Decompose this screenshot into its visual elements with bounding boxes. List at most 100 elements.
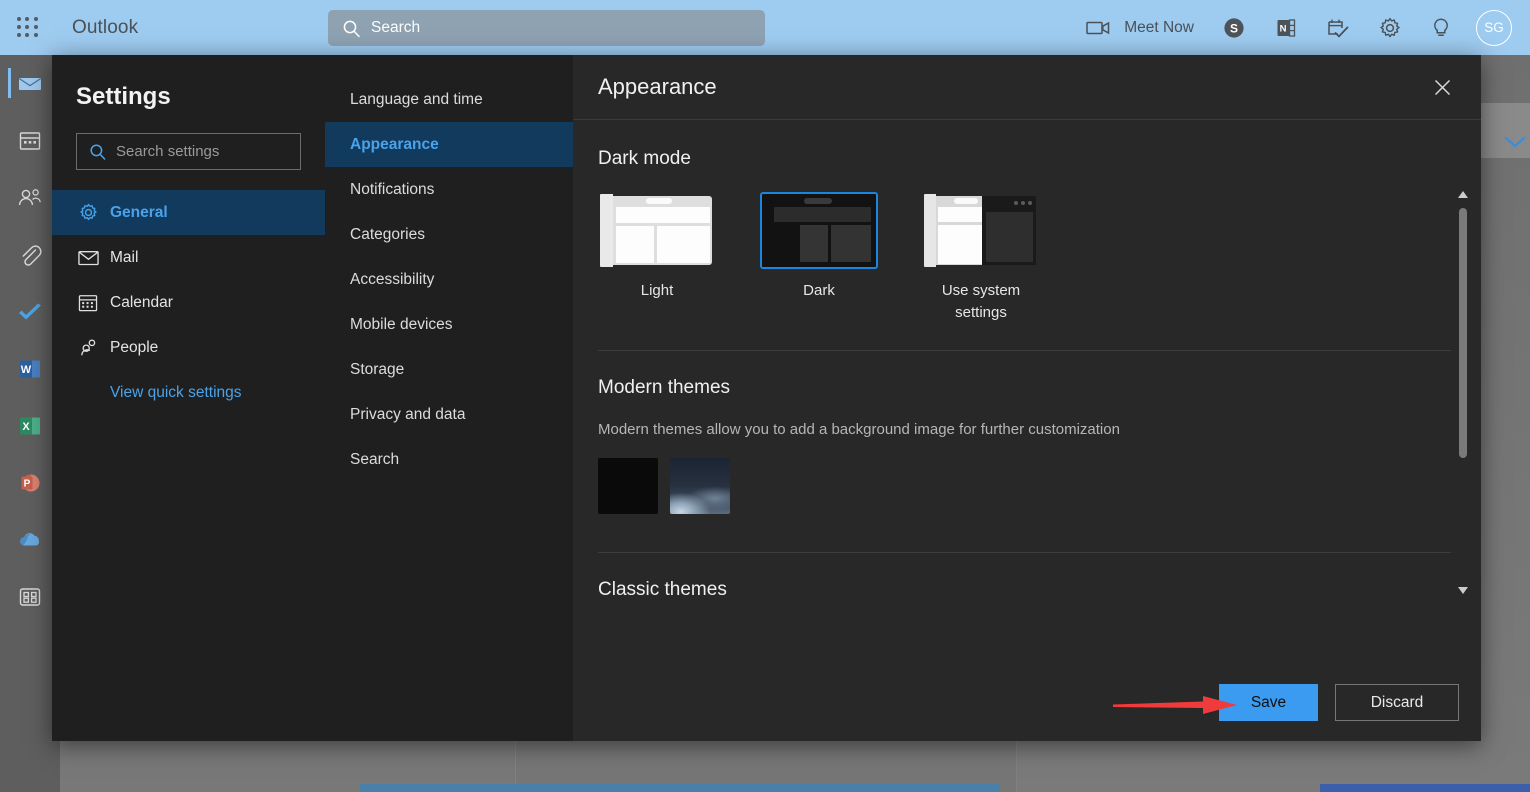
excel-icon: X	[17, 414, 43, 438]
dark-mode-option-light[interactable]: Light	[598, 192, 716, 324]
svg-text:X: X	[22, 421, 30, 433]
svg-text:W: W	[21, 364, 32, 376]
search-icon	[342, 19, 361, 38]
rail-item-people[interactable]	[0, 169, 60, 226]
svg-text:S: S	[1230, 21, 1238, 35]
dark-mode-option-dark[interactable]: Dark	[760, 192, 878, 324]
detail-footer: Save Discard	[573, 664, 1481, 741]
theme-swatch-black[interactable]	[598, 458, 658, 514]
tab-language-and-time[interactable]: Language and time	[325, 77, 573, 122]
suite-header: Outlook Search Meet Now S	[0, 0, 1530, 55]
meet-now-button[interactable]: Meet Now	[1072, 0, 1208, 55]
rail-item-excel[interactable]: X	[0, 397, 60, 454]
app-launcher-icon[interactable]	[17, 17, 39, 39]
app-brand-outlook[interactable]: Outlook	[72, 17, 138, 39]
settings-button[interactable]	[1364, 0, 1416, 55]
rail-item-onedrive[interactable]	[0, 511, 60, 568]
sidebar-item-mail[interactable]: Mail	[52, 235, 325, 280]
dark-mode-heading: Dark mode	[598, 148, 1481, 170]
user-avatar[interactable]: SG	[1476, 10, 1512, 46]
gear-icon	[78, 202, 106, 223]
dark-mode-option-label: Use system settings	[922, 280, 1040, 324]
discard-button[interactable]: Discard	[1335, 684, 1459, 721]
meet-now-label: Meet Now	[1124, 19, 1194, 37]
tab-accessibility[interactable]: Accessibility	[325, 257, 573, 302]
close-button[interactable]	[1425, 70, 1459, 104]
dark-mode-option-system[interactable]: Use system settings	[922, 192, 1040, 324]
tab-storage[interactable]: Storage	[325, 347, 573, 392]
theme-swatch-night-landscape[interactable]	[670, 458, 730, 514]
dark-mode-options: Light Dark	[598, 192, 1481, 324]
skype-icon: S	[1222, 16, 1246, 40]
view-quick-settings-link[interactable]: View quick settings	[110, 384, 325, 402]
calendar-icon	[18, 129, 42, 153]
sidebar-item-general[interactable]: General	[52, 190, 325, 235]
video-camera-icon	[1086, 19, 1112, 37]
sidebar-item-label: Calendar	[110, 294, 173, 312]
detail-scrollbar[interactable]	[1455, 186, 1471, 598]
light-theme-thumbnail	[598, 192, 716, 269]
paperclip-icon	[17, 242, 43, 268]
sidebar-item-people[interactable]: People	[52, 325, 325, 370]
tab-categories[interactable]: Categories	[325, 212, 573, 257]
page-title: Settings	[76, 83, 325, 111]
settings-search-placeholder: Search settings	[116, 143, 219, 160]
tab-notifications[interactable]: Notifications	[325, 167, 573, 212]
help-tips-button[interactable]	[1416, 0, 1466, 55]
sidebar-item-calendar[interactable]: Calendar	[52, 280, 325, 325]
detail-body: Dark mode Light	[573, 120, 1481, 664]
todo-calendar-check-icon	[1326, 16, 1350, 40]
section-divider	[598, 350, 1451, 351]
rail-item-all-apps[interactable]	[0, 568, 60, 625]
svg-text:N: N	[1280, 23, 1287, 34]
lightbulb-icon	[1430, 16, 1452, 40]
rail-item-word[interactable]: W	[0, 340, 60, 397]
chevron-down-icon[interactable]	[1503, 134, 1527, 150]
backdrop-strip-2	[1320, 784, 1530, 792]
dark-mode-option-label: Dark	[760, 280, 878, 302]
person-icon	[78, 338, 106, 358]
envelope-icon	[78, 249, 106, 267]
todo-check-icon	[16, 300, 44, 324]
todo-button[interactable]	[1312, 0, 1364, 55]
skype-button[interactable]: S	[1208, 0, 1260, 55]
app-rail: W X P	[0, 55, 60, 792]
search-icon	[89, 143, 107, 161]
backdrop-strip-1	[360, 784, 1000, 792]
tab-search[interactable]: Search	[325, 437, 573, 482]
people-icon	[17, 186, 43, 210]
modern-themes-heading: Modern themes	[598, 377, 1481, 399]
suite-search-box[interactable]: Search	[328, 10, 765, 46]
modern-theme-swatches	[598, 458, 1481, 514]
settings-subcategory-panel: Language and time Appearance Notificatio…	[325, 55, 573, 741]
scroll-down-arrow[interactable]	[1455, 582, 1471, 598]
detail-header: Appearance	[573, 55, 1481, 120]
triangle-down-icon	[1458, 587, 1468, 594]
sidebar-item-label: People	[110, 339, 158, 357]
onenote-icon: N	[1274, 16, 1298, 40]
all-apps-icon	[18, 586, 42, 608]
settings-search-input[interactable]: Search settings	[76, 133, 301, 170]
tab-appearance[interactable]: Appearance	[325, 122, 573, 167]
rail-item-todo[interactable]	[0, 283, 60, 340]
scroll-up-arrow[interactable]	[1455, 186, 1471, 202]
rail-item-mail[interactable]	[0, 55, 60, 112]
rail-item-files[interactable]	[0, 226, 60, 283]
sidebar-item-label: General	[110, 204, 168, 222]
mail-icon	[17, 71, 43, 97]
word-icon: W	[17, 357, 43, 381]
save-button[interactable]: Save	[1219, 684, 1318, 721]
tab-privacy-and-data[interactable]: Privacy and data	[325, 392, 573, 437]
settings-category-panel: Settings Search settings	[52, 55, 325, 741]
scroll-thumb[interactable]	[1459, 208, 1467, 458]
svg-text:P: P	[24, 478, 31, 489]
onedrive-cloud-icon	[15, 529, 45, 551]
rail-item-powerpoint[interactable]: P	[0, 454, 60, 511]
onenote-button[interactable]: N	[1260, 0, 1312, 55]
rail-item-calendar[interactable]	[0, 112, 60, 169]
sidebar-item-label: Mail	[110, 249, 138, 267]
system-theme-thumbnail	[922, 192, 1040, 269]
tab-mobile-devices[interactable]: Mobile devices	[325, 302, 573, 347]
modern-themes-description: Modern themes allow you to add a backgro…	[598, 421, 1481, 438]
settings-detail-panel: Appearance Dark mode	[573, 55, 1481, 741]
